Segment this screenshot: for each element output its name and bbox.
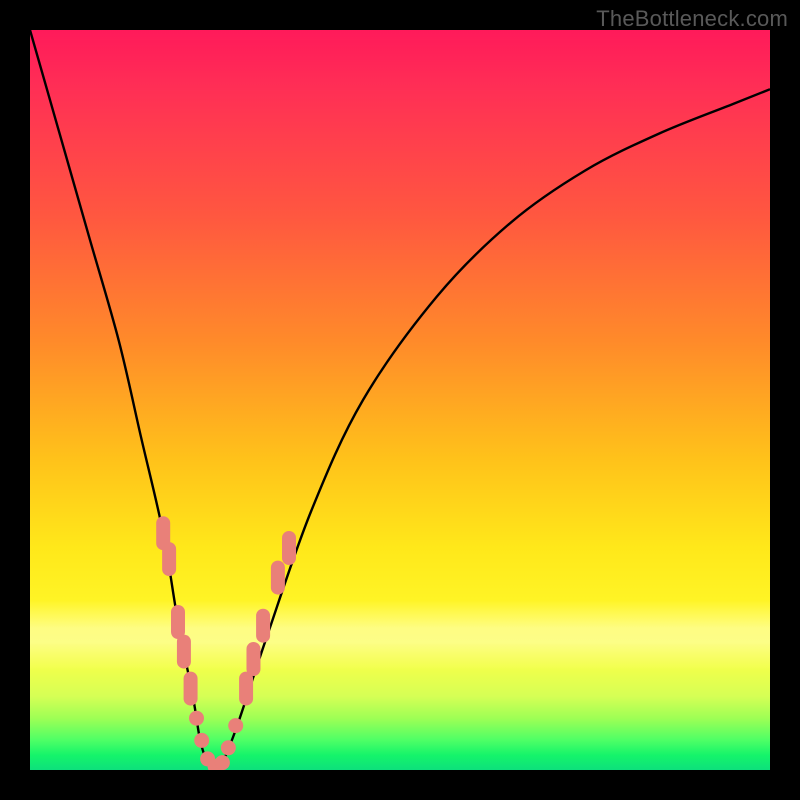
chart-frame: TheBottleneck.com (0, 0, 800, 800)
watermark-text: TheBottleneck.com (596, 6, 788, 32)
plot-background (30, 30, 770, 770)
